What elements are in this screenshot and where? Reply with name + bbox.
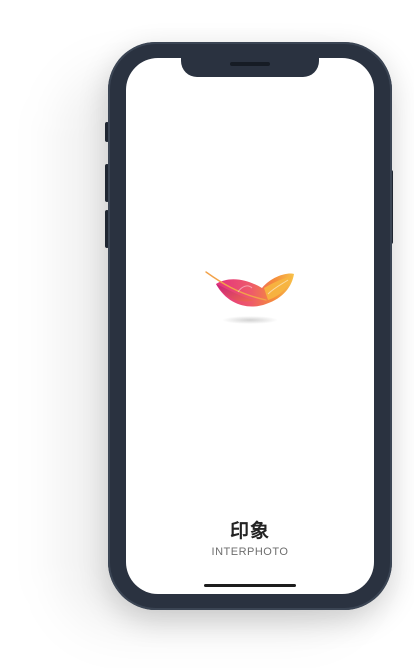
home-indicator[interactable] bbox=[204, 584, 296, 587]
notch bbox=[181, 58, 319, 77]
app-subtitle: INTERPHOTO bbox=[211, 546, 289, 558]
earpiece-speaker bbox=[230, 62, 270, 66]
feather-icon bbox=[205, 271, 294, 324]
splash-screen: 印象 INTERPHOTO bbox=[126, 58, 374, 594]
mockup-stage: 印象 INTERPHOTO bbox=[0, 0, 414, 668]
app-name: 印象 bbox=[229, 520, 270, 542]
